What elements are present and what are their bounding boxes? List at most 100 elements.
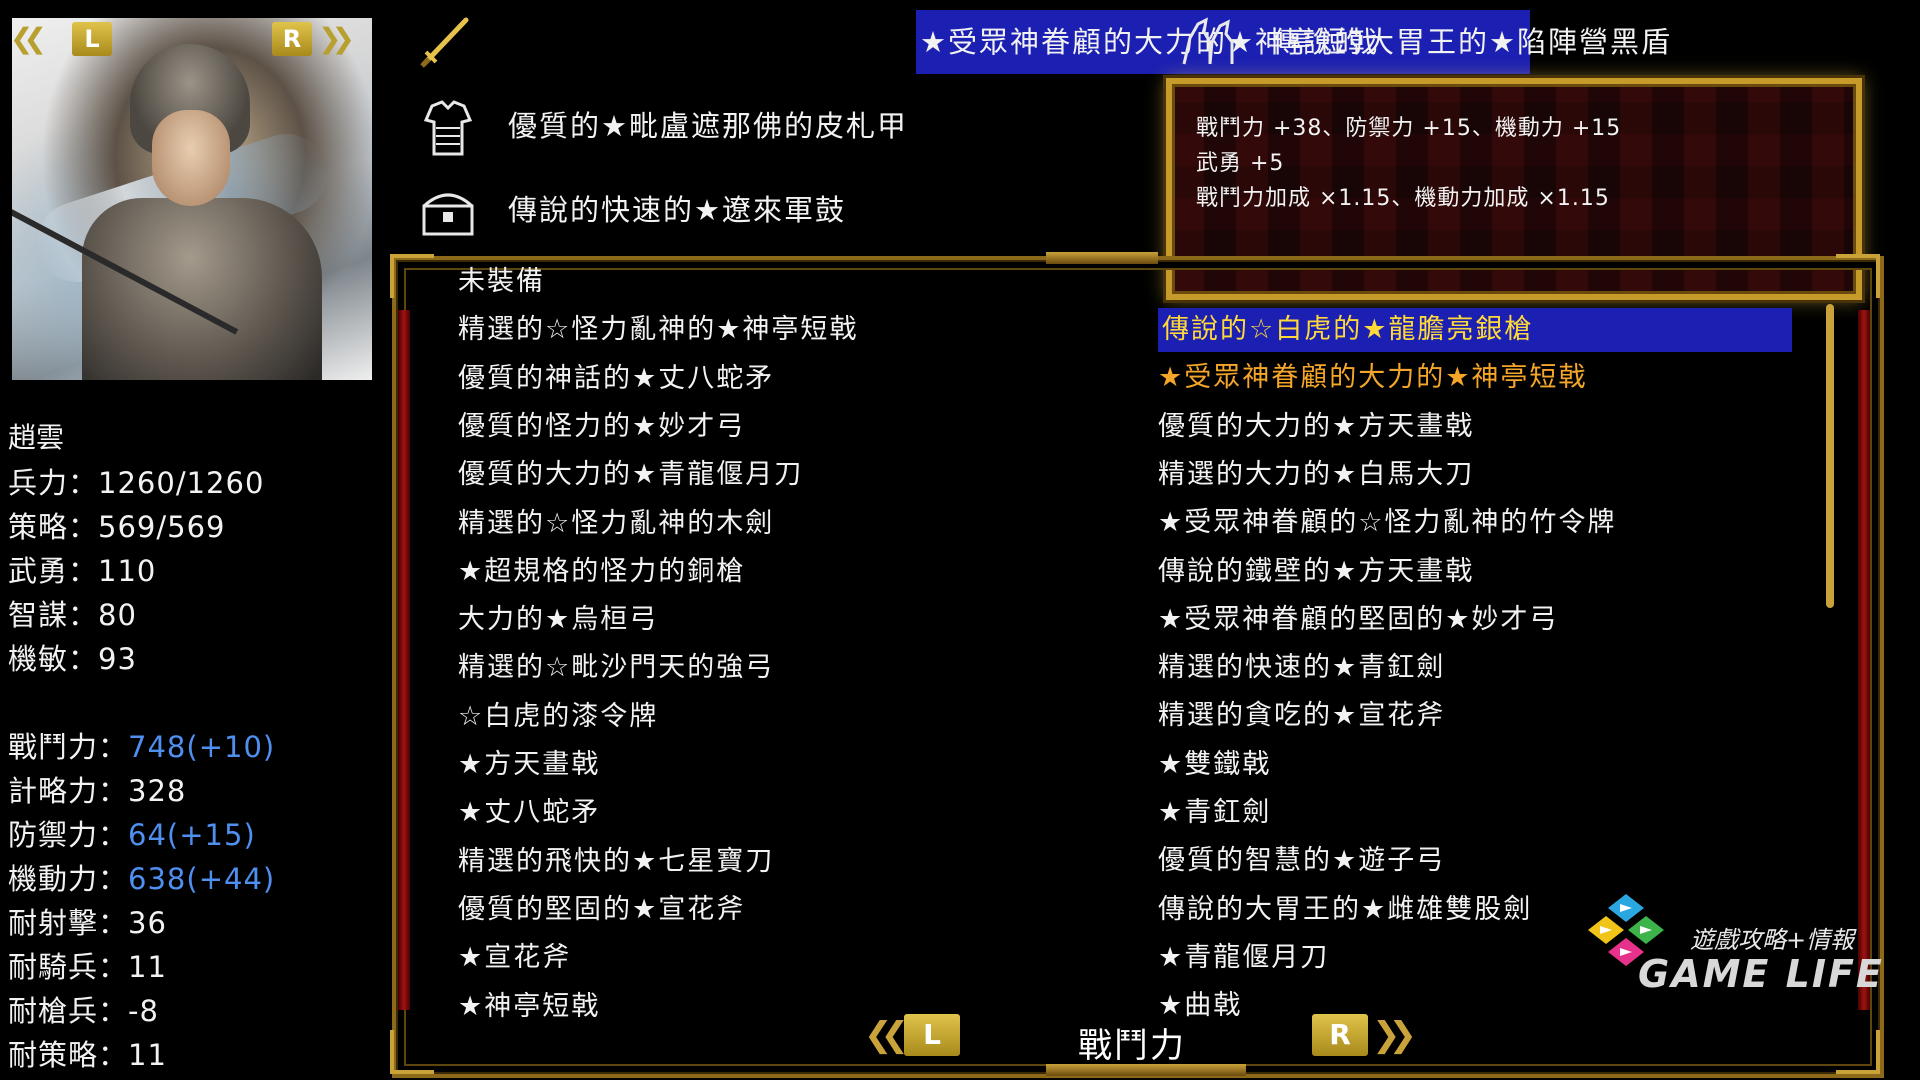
stat-value: 110 <box>98 554 157 588</box>
list-item[interactable]: 精選的飛快的★七星寶刀 <box>458 840 774 884</box>
frame-corner <box>1836 1030 1880 1074</box>
stat-label: 計略力 <box>8 774 99 808</box>
stat-separator: ： <box>98 818 129 852</box>
stat-value: 638(+44) <box>128 862 276 896</box>
watermark-brand: GAME LIFE <box>1638 952 1884 996</box>
frame-corner <box>390 1030 434 1074</box>
stat-row: 機敏：93 <box>8 636 137 678</box>
chevron-right-icon: ❯❯ <box>1372 1015 1417 1055</box>
stat-row: 機動力：638(+44) <box>8 856 275 898</box>
horse-icon <box>1182 17 1234 65</box>
list-item[interactable]: ★神亭短戟 <box>458 985 600 1029</box>
list-item[interactable]: ★受眾神眷顧的大力的★神亭短戟 <box>1158 356 1788 400</box>
stat-label: 防禦力 <box>8 818 99 852</box>
chevron-right-icon: ❯❯ <box>318 22 355 55</box>
list-item[interactable]: 優質的怪力的★妙才弓 <box>458 405 745 449</box>
stat-separator: ： <box>68 510 99 544</box>
stat-value: 328 <box>128 774 187 808</box>
r-key-icon: R <box>272 22 312 56</box>
stat-value: 1260/1260 <box>98 466 265 500</box>
stat-value: -8 <box>128 994 159 1028</box>
character-portrait <box>12 18 372 380</box>
tooltip-line: 武勇 +5 <box>1196 151 1285 176</box>
stat-separator: ： <box>98 994 129 1028</box>
stat-value: 93 <box>98 642 137 676</box>
equip-slot-horse[interactable]: 傳說的大胃王的★陷陣營黑盾 <box>1172 10 1872 74</box>
sword-icon <box>420 17 469 68</box>
stat-label: 兵力 <box>8 466 69 500</box>
list-item[interactable]: 優質的智慧的★遊子弓 <box>1158 839 1788 883</box>
sort-prev-button[interactable]: ❮❮ L <box>864 1014 968 1058</box>
stat-label: 策略 <box>8 510 69 544</box>
stat-row: 防禦力：64(+15) <box>8 812 256 854</box>
stat-row: 戰鬥力：748(+10) <box>8 724 275 766</box>
list-item[interactable]: 精選的快速的★青釭劍 <box>1158 646 1788 690</box>
stat-row: 耐槍兵：-8 <box>8 988 159 1030</box>
stat-separator: ： <box>68 598 99 632</box>
chest-icon <box>422 193 474 236</box>
stat-separator: ： <box>98 950 129 984</box>
list-item[interactable]: 精選的☆怪力亂神的★神亭短戟 <box>458 308 858 352</box>
equipped-horse-name: 傳說的大胃王的★陷陣營黑盾 <box>1272 25 1672 59</box>
equip-slot-weapon[interactable]: ★受眾神眷顧的大力的★神亭短戟 <box>412 0 1530 74</box>
list-item[interactable]: 傳說的☆白虎的★龍膽亮銀槍 <box>1158 308 1792 352</box>
list-item[interactable]: 精選的大力的★白馬大刀 <box>1158 453 1788 497</box>
stat-row: 計略力：328 <box>8 768 186 810</box>
list-item[interactable]: 優質的大力的★方天畫戟 <box>1158 405 1788 449</box>
stat-value: 36 <box>128 906 167 940</box>
sort-next-button[interactable]: R ❯❯ <box>1312 1014 1417 1058</box>
equipped-accessory-name: 傳說的快速的★遼來軍鼓 <box>508 193 846 227</box>
stat-label: 機動力 <box>8 862 99 896</box>
stat-separator: ： <box>68 642 99 676</box>
stat-separator: ： <box>98 906 129 940</box>
list-item[interactable]: ★方天畫戟 <box>458 743 600 787</box>
stat-value: 64(+15) <box>128 818 256 852</box>
frame-corner <box>1836 254 1880 298</box>
stat-row: 智謀：80 <box>8 592 137 634</box>
character-name: 趙雲 <box>8 421 65 454</box>
stat-separator: ： <box>98 730 129 764</box>
stat-separator: ： <box>98 862 129 896</box>
stat-value: 11 <box>128 950 167 984</box>
prev-character-button[interactable]: ❮❮ L <box>10 18 122 60</box>
stat-label: 耐槍兵 <box>8 994 99 1028</box>
l-key-icon: L <box>904 1014 960 1056</box>
r-key-icon: R <box>1312 1014 1368 1056</box>
list-item[interactable]: ★受眾神眷顧的堅固的★妙才弓 <box>1158 598 1788 642</box>
list-item[interactable]: 精選的☆毗沙門天的強弓 <box>458 646 774 690</box>
stat-separator: ： <box>68 466 99 500</box>
next-character-button[interactable]: R ❯❯ <box>266 18 378 60</box>
stat-label: 智謀 <box>8 598 69 632</box>
list-scrollbar[interactable] <box>1826 304 1834 608</box>
list-item[interactable]: 未裝備 <box>458 260 545 304</box>
list-item[interactable]: ☆白虎的漆令牌 <box>458 695 658 739</box>
list-item[interactable]: 大力的★烏桓弓 <box>458 598 658 642</box>
chevron-left-icon: ❮❮ <box>10 22 47 55</box>
stat-row: 耐騎兵：11 <box>8 944 167 986</box>
chevron-left-icon: ❮❮ <box>864 1015 909 1055</box>
armor-icon <box>423 100 473 156</box>
stat-row: 耐射擊：36 <box>8 900 167 942</box>
list-item[interactable]: ★雙鐵戟 <box>1158 743 1788 787</box>
stat-label: 武勇 <box>8 554 69 588</box>
list-item[interactable]: ★宣花斧 <box>458 936 571 980</box>
equip-slot-armor[interactable]: 優質的★毗盧遮那佛的皮札甲 <box>412 94 1132 158</box>
list-item[interactable]: ★受眾神眷顧的☆怪力亂神的竹令牌 <box>1158 501 1788 545</box>
list-item[interactable]: 傳說的鐵壁的★方天畫戟 <box>1158 550 1788 594</box>
frame-cap <box>1046 252 1158 264</box>
list-item[interactable]: ★超規格的怪力的銅槍 <box>458 550 745 594</box>
stat-label: 耐策略 <box>8 1038 99 1072</box>
stat-label: 耐騎兵 <box>8 950 99 984</box>
tooltip-line: 戰鬥力加成 ×1.15、機動力加成 ×1.15 <box>1196 186 1610 211</box>
list-item[interactable]: 優質的堅固的★宣花斧 <box>458 888 745 932</box>
watermark-tagline: 遊戲攻略+情報 <box>1690 926 1855 954</box>
list-item[interactable]: ★丈八蛇矛 <box>458 791 600 835</box>
stat-value: 11 <box>128 1038 167 1072</box>
list-item[interactable]: 精選的貪吃的★宣花斧 <box>1158 694 1788 738</box>
list-item[interactable]: 優質的大力的★青龍偃月刀 <box>458 453 803 497</box>
frame-left-bar <box>398 310 410 1010</box>
list-item[interactable]: 精選的☆怪力亂神的木劍 <box>458 502 774 546</box>
list-item[interactable]: 優質的神話的★丈八蛇矛 <box>458 357 774 401</box>
list-item[interactable]: ★青釭劍 <box>1158 791 1788 835</box>
equip-slot-accessory[interactable]: 傳說的快速的★遼來軍鼓 <box>412 178 1132 242</box>
